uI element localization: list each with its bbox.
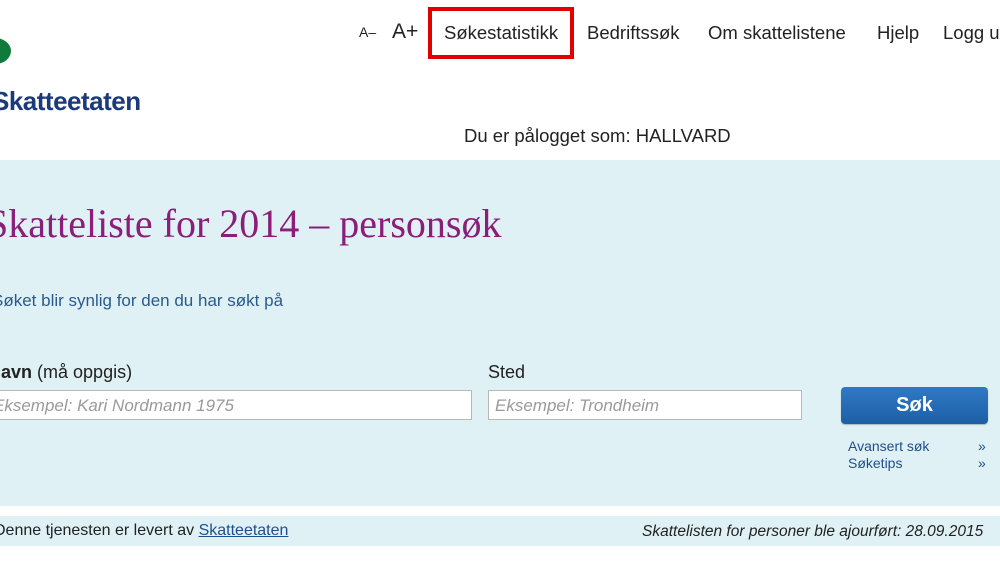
page-title: Skatteliste for 2014 – personsøk: [0, 201, 502, 246]
name-placeholder: Eksempel: Kari Nordmann 1975: [0, 396, 234, 415]
advanced-search-link[interactable]: Avansert søk: [848, 438, 929, 454]
top-navigation: Skatteetaten A– A+ Søkestatistikk Bedrif…: [0, 0, 1000, 116]
search-button[interactable]: Søk: [841, 387, 988, 424]
name-field-label: Navn (må oppgis): [0, 362, 132, 383]
name-label: Navn: [0, 362, 33, 382]
footer-skatteetaten-link[interactable]: Skatteetaten: [199, 522, 289, 539]
footer-bar: Denne tjenesten er levert av Skatteetate…: [0, 516, 1000, 546]
footer-provider-text: Denne tjenesten er levert av: [0, 522, 195, 539]
nav-hjelp[interactable]: Hjelp: [877, 22, 919, 44]
nav-highlight-box: [428, 7, 574, 59]
search-tips-link[interactable]: Søketips: [848, 455, 902, 471]
name-label-suffix: (må oppgis): [37, 362, 133, 382]
skatteetaten-logo[interactable]: Skatteetaten: [0, 86, 141, 117]
place-field-label: Sted: [488, 362, 526, 382]
increase-font-size-button[interactable]: A+: [392, 20, 418, 44]
search-panel: Skatteliste for 2014 – personsøk Søket b…: [0, 160, 1000, 506]
nav-om-skattelistene[interactable]: Om skattelistene: [708, 22, 846, 44]
decrease-font-size-button[interactable]: A–: [359, 24, 376, 40]
skatteetaten-leaf-icon: [0, 38, 11, 64]
place-placeholder: Eksempel: Trondheim: [495, 396, 660, 415]
footer-provider: Denne tjenesten er levert av Skatteetate…: [0, 522, 288, 540]
advanced-search-arrow-icon: »: [978, 438, 986, 454]
search-visibility-info: Søket blir synlig for den du har søkt på: [0, 291, 284, 310]
nav-bedriftssok[interactable]: Bedriftssøk: [587, 22, 680, 44]
footer-updated-date: Skattelisten for personer ble ajourført:…: [642, 523, 984, 540]
search-tips-arrow-icon: »: [978, 455, 986, 471]
place-search-input[interactable]: Eksempel: Trondheim: [488, 390, 802, 420]
nav-logg-ut[interactable]: Logg ut: [943, 22, 1000, 44]
name-search-input[interactable]: Eksempel: Kari Nordmann 1975: [0, 390, 472, 420]
logged-in-status: Du er pålogget som: HALLVARD: [464, 125, 731, 146]
